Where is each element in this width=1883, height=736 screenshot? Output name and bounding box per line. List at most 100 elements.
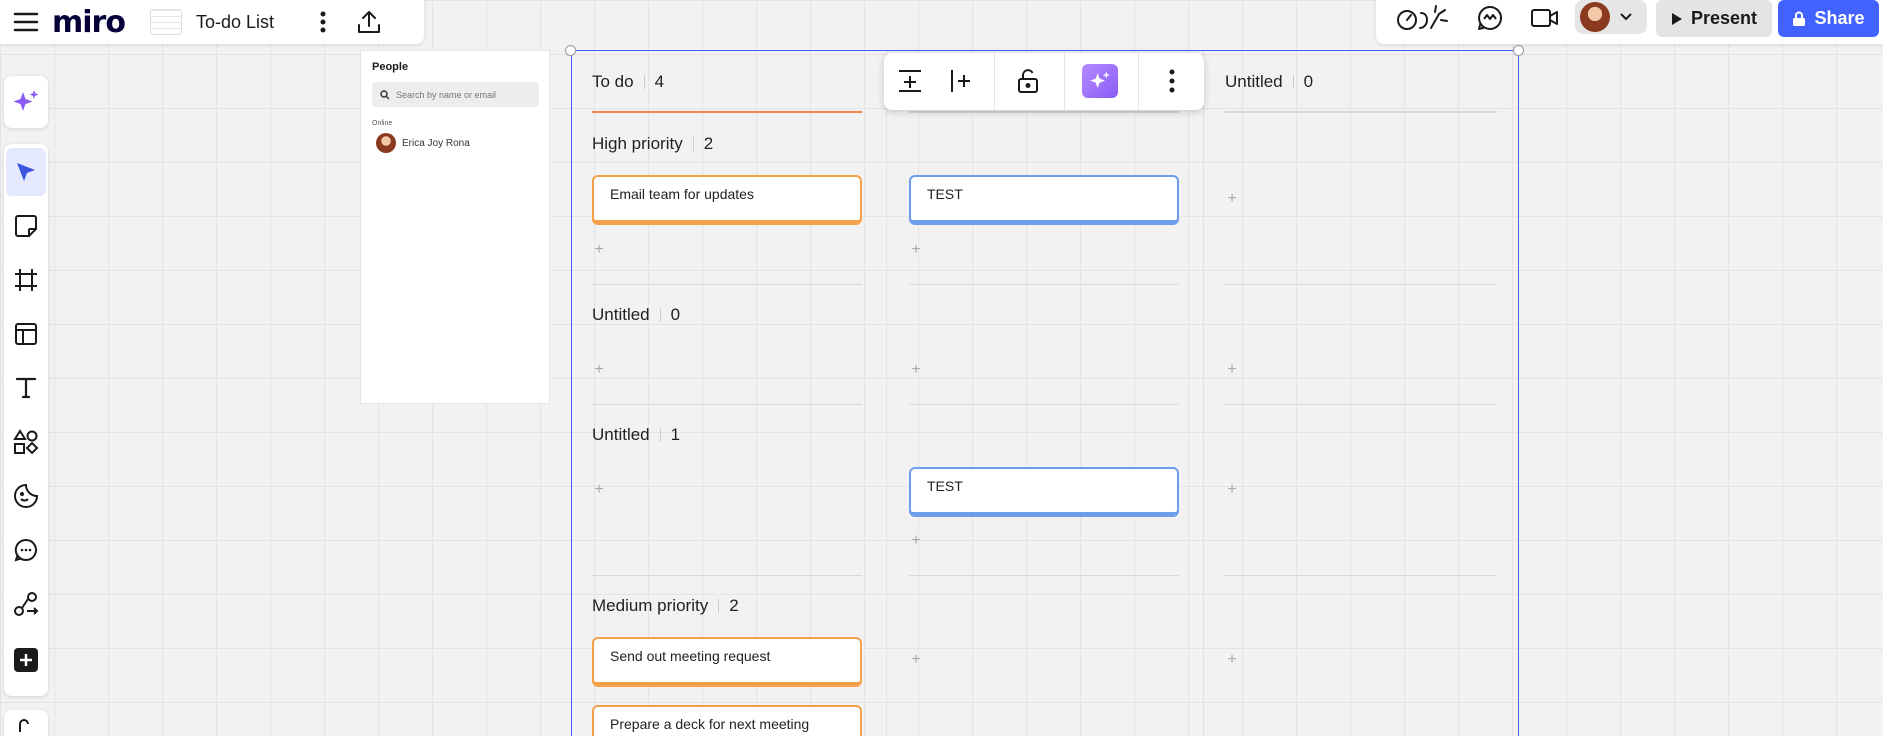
group-divider (909, 575, 1179, 576)
comment-tool[interactable] (4, 526, 48, 574)
card-test[interactable]: TEST (909, 467, 1179, 517)
undo-icon[interactable] (16, 718, 36, 736)
layout-icon (15, 323, 37, 345)
left-toolbar (4, 144, 48, 696)
group-header-untitled[interactable]: Untitled 1 (592, 425, 680, 445)
upload-icon[interactable] (346, 0, 392, 44)
miro-logo[interactable]: miro (52, 5, 150, 40)
add-card-plus[interactable]: + (590, 361, 608, 379)
unlock-icon[interactable] (1006, 61, 1050, 101)
column-title: Untitled (1225, 72, 1283, 91)
sparkle-icon (13, 90, 39, 111)
chevron-down-icon (1620, 13, 1632, 21)
more-apps-tool[interactable] (4, 636, 48, 684)
add-card-plus[interactable]: + (590, 241, 608, 259)
group-divider (1225, 575, 1497, 576)
add-column-icon[interactable] (940, 61, 984, 101)
group-divider (1225, 284, 1497, 285)
add-card-plus[interactable]: + (907, 651, 925, 669)
select-tool[interactable] (6, 148, 46, 196)
group-title: High priority (592, 134, 683, 153)
add-card-plus[interactable]: + (1223, 190, 1241, 208)
ai-sparkle-button[interactable] (1078, 61, 1122, 101)
group-divider (592, 575, 862, 576)
group-count: 1 (670, 425, 681, 444)
group-divider (592, 404, 862, 405)
add-card-plus[interactable]: + (1223, 361, 1241, 379)
add-card-plus[interactable]: + (1223, 481, 1241, 499)
online-user[interactable]: Erica Joy Rona (376, 133, 470, 153)
group-header-medium-priority[interactable]: Medium priority 2 (592, 596, 739, 616)
card-email-team[interactable]: Email team for updates (592, 175, 862, 225)
card-send-meeting-request[interactable]: Send out meeting request (592, 637, 862, 687)
activity-icon[interactable] (1474, 0, 1506, 36)
add-card-plus[interactable]: + (907, 241, 925, 259)
group-title: Medium priority (592, 596, 709, 615)
kanban-board[interactable]: To do 4 Untitled 0 High priority 2 Email te… (571, 50, 1519, 736)
add-card-plus[interactable]: + (907, 361, 925, 379)
column-header-untitled[interactable]: Untitled 0 (1225, 72, 1313, 92)
left-toolbar-bottom (4, 710, 48, 736)
user-menu[interactable] (1575, 0, 1647, 34)
board-thumbnail[interactable] (150, 9, 182, 35)
sticker-icon (14, 483, 39, 508)
group-title: Untitled (592, 305, 650, 324)
more-vertical-icon[interactable] (300, 0, 346, 44)
add-row-icon[interactable] (888, 61, 932, 101)
toolbar-separator (1064, 53, 1065, 110)
toolbar-separator (994, 53, 995, 110)
people-title: People (372, 61, 409, 73)
ai-assist-tool[interactable] (4, 76, 48, 128)
column-count: 4 (654, 72, 665, 91)
avatar (376, 133, 396, 153)
stickers-tool[interactable] (4, 472, 48, 520)
templates-tool[interactable] (4, 310, 48, 358)
share-button[interactable]: Share (1778, 0, 1879, 37)
sticky-note-tool[interactable] (4, 202, 48, 250)
group-header-high-priority[interactable]: High priority 2 (592, 134, 713, 154)
add-card-plus[interactable]: + (907, 532, 925, 550)
group-count: 0 (670, 305, 681, 324)
shapes-tool[interactable] (4, 418, 48, 466)
text-icon (15, 377, 37, 399)
group-header-untitled[interactable]: Untitled 0 (592, 305, 680, 325)
add-card-plus[interactable]: + (590, 481, 608, 499)
resize-handle[interactable] (565, 45, 576, 56)
people-search-placeholder: Search by name or email (396, 89, 497, 100)
video-icon[interactable] (1528, 0, 1562, 36)
column-title: To do (592, 72, 634, 91)
cursor-icon (17, 163, 35, 181)
avatar (1580, 2, 1610, 32)
resize-handle[interactable] (1513, 45, 1524, 56)
group-divider (592, 284, 862, 285)
diagram-tool[interactable] (4, 580, 48, 628)
menu-icon[interactable] (0, 0, 52, 44)
sticky-note-icon (15, 215, 37, 237)
group-count: 2 (729, 596, 739, 615)
column-header-underline (1225, 111, 1497, 113)
text-tool[interactable] (4, 364, 48, 412)
add-card-plus[interactable]: + (1223, 651, 1241, 669)
column-header-todo[interactable]: To do 4 (592, 72, 664, 92)
present-button[interactable]: Present (1656, 0, 1772, 37)
column-header-underline (909, 111, 1179, 113)
frame-tool[interactable] (4, 256, 48, 304)
column-header-underline (592, 111, 862, 113)
lock-icon (1793, 11, 1806, 26)
user-name: Erica Joy Rona (402, 137, 470, 149)
group-title: Untitled (592, 425, 650, 444)
diagram-icon (14, 592, 39, 616)
more-vertical-icon[interactable] (1150, 61, 1194, 101)
search-icon (380, 89, 390, 99)
context-toolbar (884, 53, 1204, 110)
sparkle-icon (1090, 71, 1110, 89)
group-divider (1225, 404, 1497, 405)
card-prepare-deck[interactable]: Prepare a deck for next meeting (592, 705, 862, 736)
reactions-icon[interactable] (1392, 0, 1454, 36)
people-panel: People Search by name or email Online Er… (360, 50, 550, 404)
column-divider (1203, 51, 1204, 736)
people-search-input[interactable]: Search by name or email (372, 82, 539, 107)
board-title[interactable]: To-do List (196, 12, 300, 33)
card-test[interactable]: TEST (909, 175, 1179, 225)
present-label: Present (1690, 8, 1758, 28)
